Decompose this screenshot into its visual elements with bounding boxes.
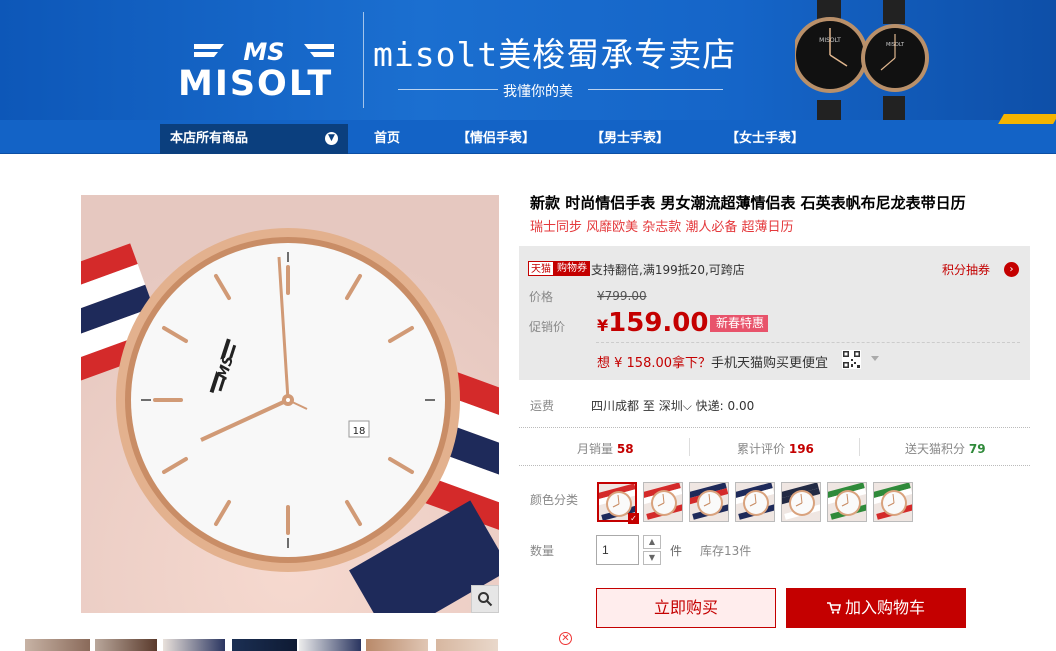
- all-products-menu[interactable]: 本店所有商品 ▼: [160, 124, 348, 154]
- divider: [519, 427, 1030, 428]
- color-swatch-red-white[interactable]: [643, 482, 683, 522]
- ship-destination-select[interactable]: 深圳⌵: [659, 399, 692, 413]
- couple-watches-image: MISOLT MISOLT: [795, 0, 929, 120]
- shipping-label: 运费: [530, 399, 555, 413]
- quantity-input[interactable]: 1: [596, 535, 639, 565]
- store-name: misolt美梭蜀承专卖店: [373, 35, 737, 74]
- tmall-coupon-badge: 天猫 购物券: [528, 261, 590, 276]
- main-product-image[interactable]: MS 18: [81, 195, 499, 613]
- ms-logo-icon: MS: [194, 38, 334, 64]
- product-subtitle: 瑞士同步 风靡欧美 杂志款 潮人必备 超薄日历: [530, 220, 794, 235]
- store-banner: MS MISOLT misolt美梭蜀承专卖店 我懂你的美 MISOLT MIS…: [0, 0, 1056, 120]
- tmall-points: 送天猫积分 79: [905, 440, 986, 457]
- color-swatch-green-white[interactable]: [827, 482, 867, 522]
- total-reviews-value: 196: [788, 442, 814, 456]
- nav-item-mens-watches[interactable]: 【男士手表】: [591, 124, 669, 154]
- color-swatch-blue-white[interactable]: [735, 482, 775, 522]
- dashed-divider: [596, 342, 1020, 343]
- monthly-sales: 月销量 58: [577, 440, 634, 457]
- color-swatch-green-red[interactable]: [873, 482, 913, 522]
- add-to-cart-label: 加入购物车: [844, 598, 925, 617]
- product-title: 新款 时尚情侣手表 男女潮流超薄情侣表 石英表帆布尼龙表带日历: [530, 194, 966, 212]
- store-nav: 本店所有商品 ▼ 首页 【情侣手表】 【男士手表】 【女士手表】: [0, 114, 1056, 154]
- tmall-tag: 天猫: [528, 261, 554, 276]
- chevron-down-icon[interactable]: [871, 356, 879, 361]
- currency-symbol: ¥: [597, 316, 609, 335]
- qr-code-icon[interactable]: [842, 350, 861, 369]
- thumbnail[interactable]: [436, 639, 498, 651]
- slogan-line-left: [398, 89, 498, 90]
- close-icon[interactable]: ✕: [559, 632, 572, 645]
- brand-wordmark: MISOLT: [178, 64, 334, 104]
- chevron-right-icon[interactable]: ›: [1004, 262, 1019, 277]
- original-price: ¥799.00: [597, 289, 647, 303]
- promo-price-label: 促销价: [529, 320, 566, 334]
- nav-item-womens-watches[interactable]: 【女士手表】: [726, 124, 804, 154]
- monthly-sales-value: 58: [616, 442, 634, 456]
- ship-to-word: 至: [642, 399, 655, 413]
- chevron-down-icon: ▼: [325, 132, 338, 145]
- quantity-unit: 件: [670, 544, 683, 558]
- tmall-points-label: 送天猫积分: [905, 442, 966, 456]
- promo-price: ¥159.00: [597, 308, 708, 338]
- points-lottery-link[interactable]: 积分抽券: [942, 261, 990, 278]
- divider: [859, 438, 860, 456]
- banner-divider: [363, 12, 364, 108]
- coupon-promo-text: 支持翻倍,满199抵20,可跨店: [591, 263, 745, 277]
- ship-from: 四川成都: [591, 399, 640, 413]
- buy-now-button[interactable]: 立即购买: [596, 588, 776, 628]
- ship-method: 快递: 0.00: [695, 399, 755, 413]
- divider: [689, 438, 690, 456]
- quantity-label: 数量: [530, 544, 555, 558]
- watch-photo: MS 18: [81, 195, 499, 613]
- coupon-tag: 购物券: [554, 261, 590, 276]
- color-swatch-navy[interactable]: [781, 482, 821, 522]
- thumbnail[interactable]: [163, 639, 225, 651]
- thumbnail[interactable]: [232, 639, 297, 651]
- ship-destination: 深圳: [658, 399, 683, 413]
- nav-item-home[interactable]: 首页: [374, 124, 400, 154]
- bottom-thumbnail-strip: [0, 636, 560, 651]
- stock-count: 库存13件: [700, 544, 752, 558]
- shipping-info: 四川成都 至 深圳⌵ 快递: 0.00: [591, 397, 754, 414]
- nav-accent-stripe: [998, 114, 1056, 124]
- total-reviews[interactable]: 累计评价 196: [737, 440, 814, 457]
- total-reviews-label: 累计评价: [737, 442, 786, 456]
- all-products-label: 本店所有商品: [170, 131, 249, 146]
- divider: [519, 465, 1030, 466]
- selected-check-icon: ✓: [628, 513, 639, 524]
- mobile-promo-price: 想 ¥ 158.00拿下？: [597, 356, 712, 371]
- nav-item-couple-watches[interactable]: 【情侣手表】: [457, 124, 535, 154]
- cart-icon: [826, 602, 841, 614]
- store-logo[interactable]: MS MISOLT: [176, 36, 351, 106]
- quantity-decrease-button[interactable]: ▼: [643, 551, 661, 565]
- thumbnail[interactable]: [366, 639, 428, 651]
- promo-badge: 新春特惠: [710, 315, 769, 332]
- thumbnail[interactable]: [25, 639, 90, 651]
- quantity-increase-button[interactable]: ▲: [643, 535, 661, 549]
- chevron-down-icon: ⌵: [682, 399, 692, 413]
- color-swatch-navy-red[interactable]: [689, 482, 729, 522]
- price-label: 价格: [529, 290, 554, 304]
- thumbnail[interactable]: [95, 639, 157, 651]
- svg-text:18: 18: [353, 426, 366, 437]
- mobile-promo-text: 手机天猫购买更便宜: [711, 356, 829, 371]
- add-to-cart-button[interactable]: 加入购物车: [786, 588, 966, 628]
- tmall-points-value: 79: [968, 442, 986, 456]
- mobile-promo[interactable]: 想 ¥ 158.00拿下？手机天猫购买更便宜: [597, 352, 828, 371]
- svg-text:MS: MS: [243, 38, 284, 64]
- magnifier-icon: [478, 592, 493, 607]
- thumbnail[interactable]: [299, 639, 361, 651]
- price-panel: 天猫 购物券 支持翻倍,满199抵20,可跨店 积分抽券 › 价格 ¥799.0…: [519, 246, 1030, 380]
- zoom-button[interactable]: [471, 585, 499, 613]
- monthly-sales-label: 月销量: [577, 442, 614, 456]
- promo-price-value: 159.00: [608, 308, 709, 338]
- color-option-label: 颜色分类: [530, 493, 579, 507]
- store-slogan: 我懂你的美: [503, 84, 573, 100]
- slogan-line-right: [588, 89, 723, 90]
